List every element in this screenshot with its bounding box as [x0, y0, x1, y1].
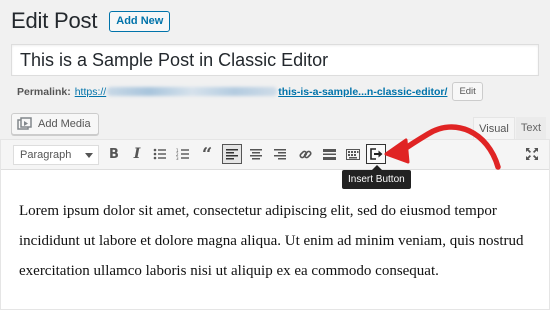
format-select[interactable]: Paragraph: [13, 145, 99, 165]
permalink-blurred-domain: [107, 87, 278, 96]
blockquote-icon[interactable]: “: [197, 144, 217, 165]
format-select-value: Paragraph: [20, 149, 72, 161]
page-header: Edit Post Add New: [11, 8, 171, 34]
align-right-icon[interactable]: [270, 144, 290, 164]
bold-icon[interactable]: B: [104, 144, 124, 164]
chevron-down-icon: [85, 152, 93, 158]
add-media-button[interactable]: Add Media: [11, 113, 99, 135]
bulleted-list-icon[interactable]: [150, 144, 170, 164]
annotation-arrow-icon: [384, 124, 501, 170]
fullscreen-icon[interactable]: [522, 144, 542, 164]
permalink-slug-link[interactable]: this-is-a-sample...n-classic-editor/: [278, 86, 447, 98]
post-title-input[interactable]: [11, 44, 539, 76]
numbered-list-icon[interactable]: 123: [173, 144, 193, 164]
italic-icon[interactable]: I: [127, 144, 147, 164]
permalink-url-start[interactable]: https://: [75, 86, 107, 98]
align-left-icon[interactable]: [222, 144, 242, 164]
page-title: Edit Post: [11, 8, 98, 33]
permalink-edit-button[interactable]: Edit: [452, 82, 483, 101]
media-icon: [17, 117, 32, 130]
svg-text:3: 3: [176, 156, 179, 160]
keyboard-icon[interactable]: [343, 144, 363, 164]
add-media-label: Add Media: [38, 118, 91, 130]
permalink-row: Permalink: https:// this-is-a-sample...n…: [17, 82, 483, 101]
align-center-icon[interactable]: [246, 144, 266, 164]
editor-content[interactable]: Lorem ipsum dolor sit amet, consectetur …: [19, 196, 539, 286]
tab-text[interactable]: Text: [516, 117, 546, 139]
insert-link-icon[interactable]: [295, 144, 315, 164]
permalink-label: Permalink:: [17, 85, 71, 98]
read-more-icon[interactable]: [319, 144, 339, 164]
add-new-button[interactable]: Add New: [109, 10, 171, 32]
